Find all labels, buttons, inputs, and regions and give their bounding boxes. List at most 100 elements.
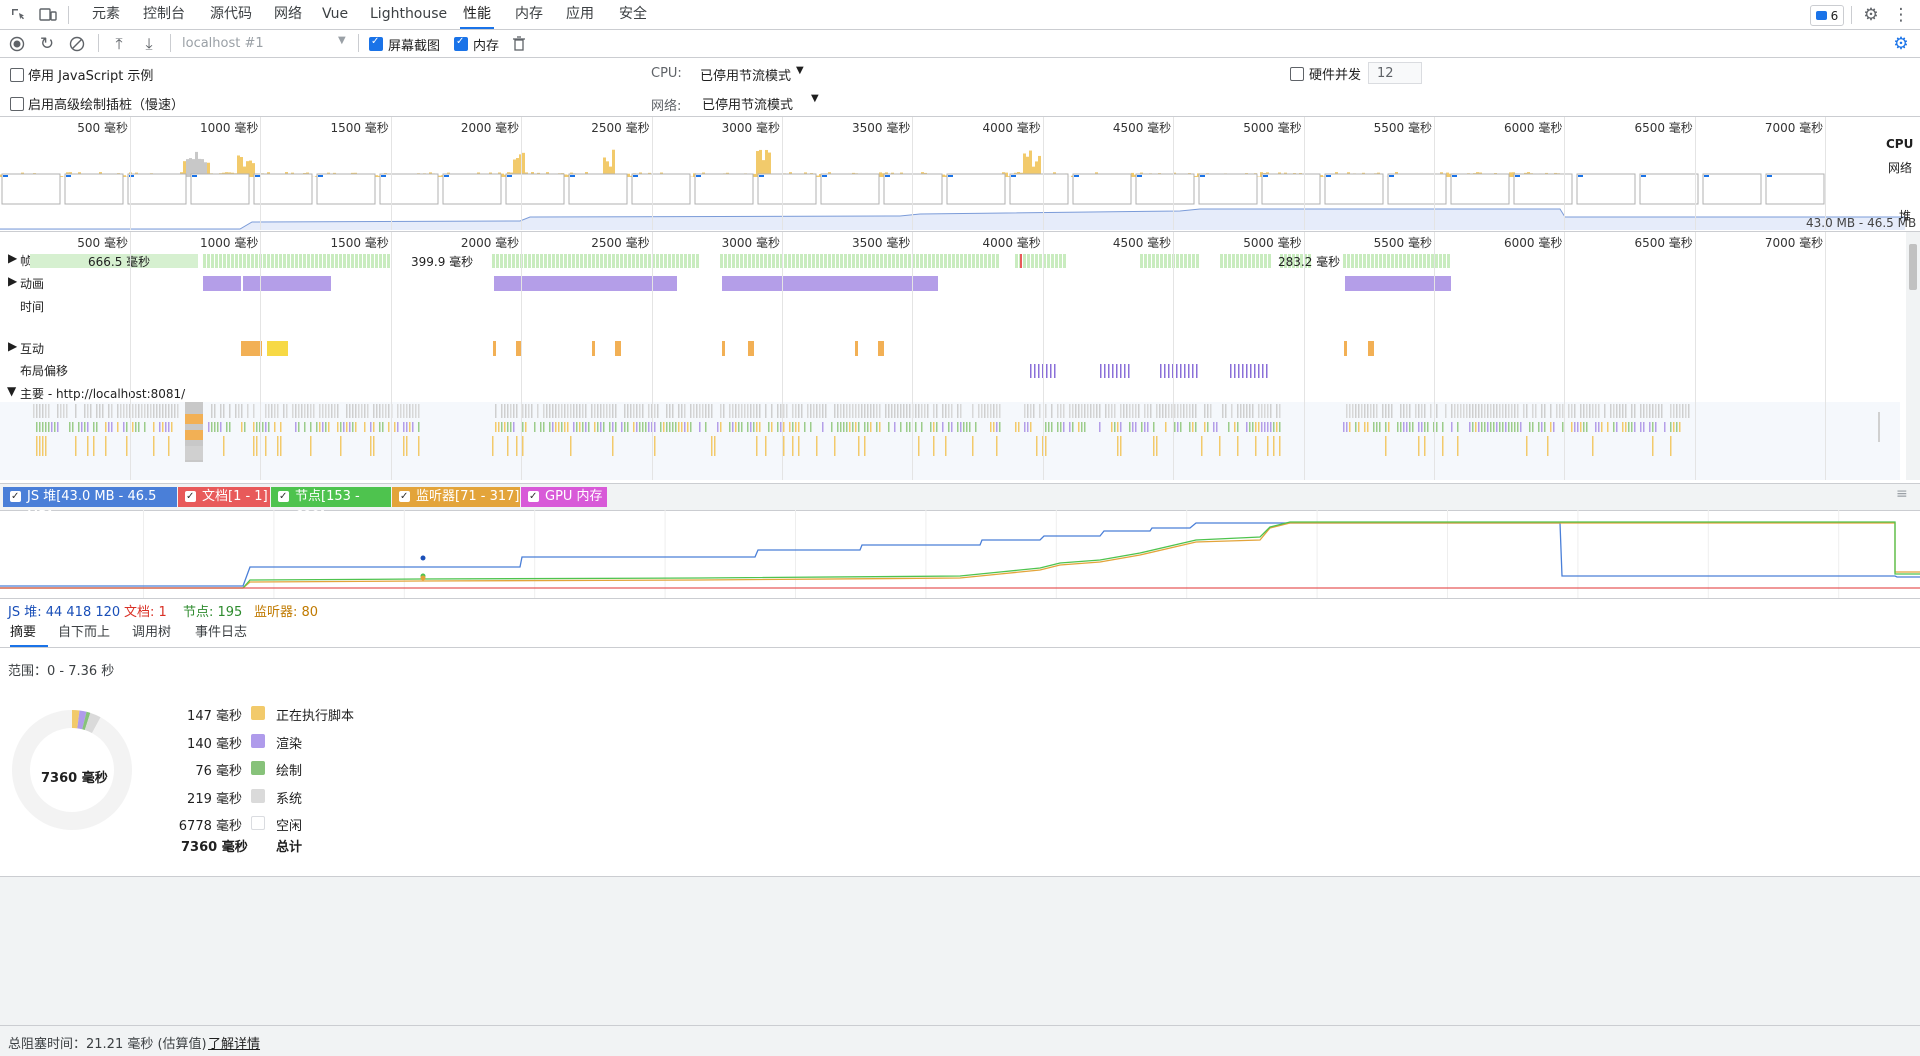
learn-more-link[interactable]: 了解详情 — [208, 1033, 260, 1052]
listeners-counter-toggle[interactable]: 监听器[71 - 317] — [392, 487, 520, 507]
main-task — [1610, 404, 1612, 418]
main-task — [268, 404, 270, 418]
main-task — [705, 422, 707, 432]
grid-line — [912, 232, 913, 480]
main-task — [418, 436, 420, 456]
main-task — [666, 404, 668, 418]
main-thread-track-label[interactable]: 主要 - http://localhost:8081/ — [20, 385, 185, 402]
chevron-down-icon: ▼ — [796, 65, 804, 76]
checkbox[interactable] — [399, 491, 410, 502]
frame — [832, 254, 835, 268]
memory-counter-graph[interactable] — [0, 510, 1920, 599]
flamechart-scrollbar[interactable] — [1906, 232, 1920, 480]
frame — [291, 254, 294, 268]
frame — [608, 254, 611, 268]
main-task — [1538, 422, 1540, 432]
main-task — [105, 436, 107, 456]
scrollbar-thumb[interactable] — [1909, 244, 1917, 290]
checkbox[interactable] — [185, 491, 196, 502]
drag-handle-icon[interactable]: ≡ — [1896, 486, 1908, 502]
device-toolbar-icon[interactable] — [37, 5, 59, 25]
main-task — [1213, 422, 1215, 432]
gpu-memory-counter-toggle[interactable]: GPU 内存 — [521, 487, 607, 507]
collapse-arrow-icon[interactable]: ▼ — [7, 384, 16, 398]
main-task — [400, 404, 402, 418]
main-task — [1418, 422, 1420, 432]
memory-checkbox[interactable] — [454, 37, 468, 51]
main-task — [1024, 404, 1026, 418]
inspect-element-icon[interactable] — [8, 5, 28, 25]
frame — [287, 254, 290, 268]
tab-6[interactable]: 性能 — [460, 0, 494, 29]
main-task — [603, 404, 605, 418]
main-task — [1367, 422, 1369, 432]
timeline-overview[interactable]: CPU 网络 43.0 MB - 46.5 MB 堆 500 毫秒1000 毫秒… — [0, 117, 1920, 232]
tab-7[interactable]: 内存 — [512, 0, 546, 29]
main-task — [223, 436, 225, 456]
checkbox[interactable] — [10, 491, 21, 502]
main-task — [822, 422, 824, 432]
tab-0[interactable]: 元素 — [88, 0, 124, 29]
tab-2[interactable]: 源代码 — [205, 0, 257, 29]
tab-9[interactable]: 安全 — [616, 0, 650, 29]
reload-profile-icon[interactable]: ↻ — [38, 35, 56, 53]
grid-line — [912, 117, 913, 230]
js-heap-counter-toggle[interactable]: JS 堆[43.0 MB - 46.5 MB] — [3, 487, 177, 507]
hardware-concurrency-input[interactable]: 12 — [1368, 62, 1422, 84]
cpu-throttle-select[interactable]: 已停用节流模式 ▼ — [700, 63, 810, 83]
timeline-flamechart[interactable]: ▶ 帧 666.5 毫秒 399.9 毫秒 283.2 毫秒 ▶ 动画 时间 ▶… — [0, 232, 1920, 480]
documents-counter-toggle[interactable]: 文档[1 - 1] — [178, 487, 270, 507]
tab-8[interactable]: 应用 — [563, 0, 597, 29]
main-task — [1652, 436, 1654, 456]
summary-row-time: 6778 毫秒 — [150, 815, 242, 834]
frame — [580, 254, 583, 268]
frame — [528, 254, 531, 268]
main-task — [397, 422, 399, 432]
frame — [331, 254, 334, 268]
main-task — [654, 436, 656, 456]
divider — [68, 6, 69, 24]
tab-5[interactable]: Lighthouse — [370, 0, 446, 29]
frame — [616, 254, 619, 268]
hardware-concurrency-checkbox[interactable] — [1290, 67, 1304, 81]
screenshot-thumb-mark — [66, 175, 71, 177]
frame — [255, 254, 258, 268]
main-task — [57, 404, 59, 418]
frame — [295, 254, 298, 268]
clear-icon[interactable] — [68, 35, 86, 53]
more-options-icon[interactable]: ⋮ — [1890, 4, 1912, 26]
tab-3[interactable]: 网络 — [270, 0, 306, 29]
screenshots-checkbox[interactable] — [369, 37, 383, 51]
frame — [968, 254, 971, 268]
details-tab-1[interactable]: 自下而上 — [58, 619, 114, 647]
main-task — [867, 422, 869, 432]
main-task — [108, 404, 110, 418]
record-button[interactable] — [8, 35, 26, 53]
settings-gear-icon[interactable]: ⚙ — [1860, 4, 1882, 26]
capture-settings-gear-icon[interactable]: ⚙ — [1890, 34, 1912, 54]
tab-4[interactable]: Vue — [321, 0, 349, 29]
details-tab-3[interactable]: 事件日志 — [195, 619, 251, 647]
main-task — [1156, 436, 1158, 456]
details-tab-0[interactable]: 摘要 — [10, 619, 48, 647]
main-task — [855, 422, 857, 432]
main-task — [346, 422, 348, 432]
nodes-counter-toggle[interactable]: 节点[153 - 690] — [271, 487, 391, 507]
main-task — [669, 422, 671, 432]
checkbox[interactable] — [528, 491, 539, 502]
main-task — [1063, 422, 1065, 432]
enable-paint-instrumentation-checkbox[interactable] — [10, 97, 24, 111]
main-task — [870, 422, 872, 432]
profile-select[interactable]: localhost #1 ▼ — [180, 34, 352, 53]
network-throttle-select[interactable]: 已停用节流模式 ▼ — [702, 92, 827, 112]
download-profile-icon[interactable]: ⤓ — [140, 35, 158, 53]
checkbox[interactable] — [278, 491, 289, 502]
frame — [896, 254, 899, 268]
grid-line — [1043, 117, 1044, 230]
upload-profile-icon[interactable]: ⤒ — [110, 35, 128, 53]
trash-icon[interactable] — [510, 35, 528, 53]
details-tab-2[interactable]: 调用树 — [132, 619, 176, 647]
disable-js-samples-checkbox[interactable] — [10, 68, 24, 82]
tab-1[interactable]: 控制台 — [140, 0, 188, 29]
issues-badge[interactable]: 6 — [1810, 5, 1844, 26]
